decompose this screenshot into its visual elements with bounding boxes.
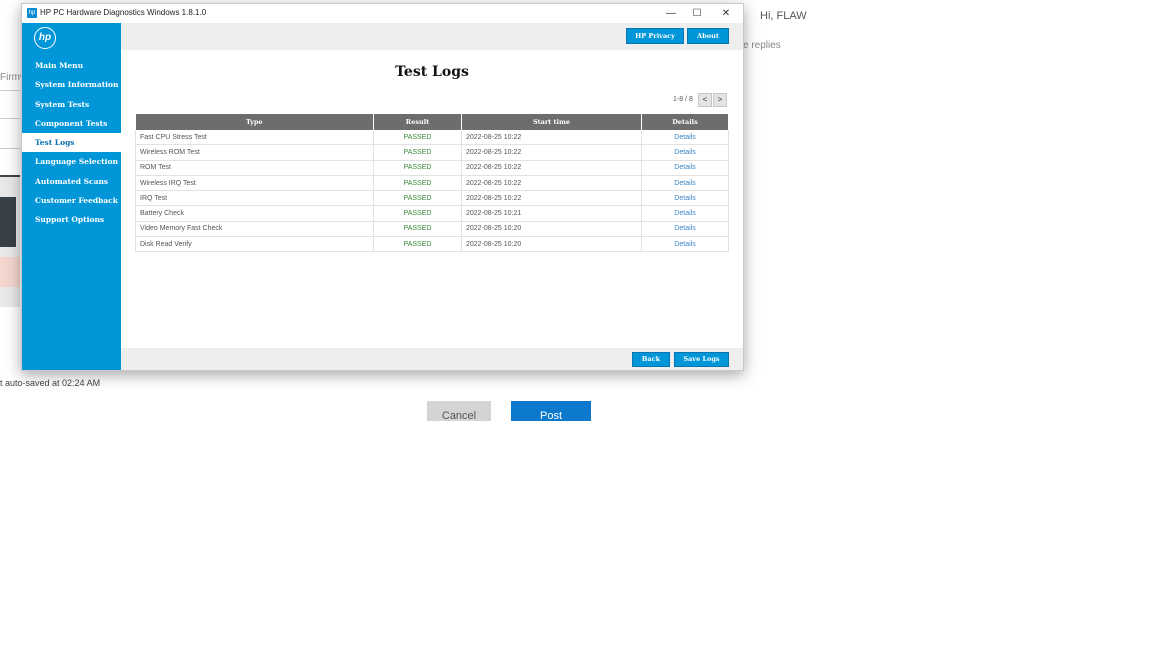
divider (0, 90, 20, 91)
user-greeting: Hi, FLAW (760, 10, 807, 22)
back-button[interactable]: Back (632, 352, 670, 367)
cell-result: PASSED (373, 205, 462, 222)
table-row: Video Memory Fast Check PASSED 2022-08-25 … (135, 221, 729, 238)
minimize-button[interactable]: — (658, 6, 684, 21)
table-row: Battery Check PASSED 2022-08-25 10:21 Detai… (135, 205, 729, 222)
cell-start-time: 2022-08-25 10:21 (461, 205, 642, 222)
cell-start-time: 2022-08-25 10:22 (461, 130, 642, 146)
details-link[interactable]: Details (641, 205, 729, 222)
cell-type: Battery Check (135, 205, 374, 222)
about-button[interactable]: About (687, 28, 729, 44)
cell-result: PASSED (373, 221, 462, 238)
sidebar-item-system-tests[interactable]: System Tests (22, 95, 121, 114)
column-header-details: Details (641, 114, 729, 130)
sidebar-item-main-menu[interactable]: Main Menu (22, 56, 121, 75)
cell-start-time: 2022-08-25 10:20 (461, 221, 642, 238)
table-row: IRQ Test PASSED 2022-08-25 10:22 Details (135, 190, 729, 207)
cell-type: ROM Test (135, 160, 374, 176)
cell-start-time: 2022-08-25 10:20 (461, 236, 642, 253)
cell-type: IRQ Test (135, 190, 374, 207)
hp-app-icon: hp (27, 8, 37, 18)
diagnostics-window: hp HP PC Hardware Diagnostics Windows 1.… (21, 3, 744, 371)
replies-text: e replies (743, 40, 781, 51)
sidebar: hp Main Menu System Information System Tes… (22, 23, 121, 370)
cell-result: PASSED (373, 175, 462, 192)
cell-type: Disk Read Verify (135, 236, 374, 253)
details-link[interactable]: Details (641, 130, 729, 146)
cell-result: PASSED (373, 236, 462, 253)
cell-result: PASSED (373, 160, 462, 176)
hp-privacy-button[interactable]: HP Privacy (626, 28, 684, 44)
cell-start-time: 2022-08-25 10:22 (461, 144, 642, 161)
pager-count: 1-8 / 8 (673, 96, 693, 103)
cell-result: PASSED (373, 130, 462, 146)
post-button[interactable]: Post (511, 401, 591, 421)
title-bar[interactable]: hp HP PC Hardware Diagnostics Windows 1.… (22, 4, 743, 24)
sidebar-item-support-options[interactable]: Support Options (22, 210, 121, 229)
cancel-button[interactable]: Cancel (427, 401, 491, 421)
window-title: HP PC Hardware Diagnostics Windows 1.8.1… (40, 8, 207, 17)
details-link[interactable]: Details (641, 144, 729, 161)
cell-result: PASSED (373, 190, 462, 207)
close-button[interactable]: ✕ (713, 6, 739, 21)
sidebar-item-test-logs[interactable]: Test Logs (22, 133, 121, 153)
sidebar-nav: Main Menu System Information System Tests C… (22, 56, 121, 230)
save-logs-button[interactable]: Save Logs (674, 352, 729, 367)
sidebar-item-language-selection[interactable]: Language Selection (22, 152, 121, 171)
details-link[interactable]: Details (641, 190, 729, 207)
details-link[interactable]: Details (641, 221, 729, 238)
sidebar-item-system-information[interactable]: System Information (22, 75, 121, 94)
divider (0, 148, 20, 149)
sidebar-item-automated-scans[interactable]: Automated Scans (22, 172, 121, 191)
sidebar-item-component-tests[interactable]: Component Tests (22, 114, 121, 133)
table-header-row: Type Result Start time Details (135, 114, 729, 130)
cell-start-time: 2022-08-25 10:22 (461, 190, 642, 207)
page-title: Test Logs (395, 64, 469, 80)
thumbnail-document (0, 257, 20, 287)
blank-area (0, 421, 800, 648)
cell-type: Video Memory Fast Check (135, 221, 374, 238)
cell-start-time: 2022-08-25 10:22 (461, 175, 642, 192)
cell-result: PASSED (373, 144, 462, 161)
attachment-thumbnail (0, 175, 20, 307)
thumbnail-laptop (0, 197, 16, 247)
test-logs-table: Type Result Start time Details Fast CPU … (135, 114, 729, 253)
hp-logo: hp (34, 27, 56, 49)
column-header-start-time: Start time (461, 114, 642, 130)
table-row: Wireless ROM Test PASSED 2022-08-25 10:22 D… (135, 144, 729, 161)
cell-type: Wireless IRQ Test (135, 175, 374, 192)
details-link[interactable]: Details (641, 236, 729, 253)
autosave-status: t auto-saved at 02:24 AM (0, 378, 101, 388)
column-header-type: Type (135, 114, 374, 130)
sidebar-item-customer-feedback[interactable]: Customer Feedback (22, 191, 121, 210)
cell-type: Fast CPU Stress Test (135, 130, 374, 146)
column-header-result: Result (373, 114, 462, 130)
footer-strip: Back Save Logs (121, 348, 743, 370)
main-content: Test Logs 1-8 / 8 < > Type Result Start … (121, 50, 743, 348)
table-row: Fast CPU Stress Test PASSED 2022-08-25 10:… (135, 130, 729, 146)
details-link[interactable]: Details (641, 175, 729, 192)
table-row: Disk Read Verify PASSED 2022-08-25 10:20 De… (135, 236, 729, 253)
maximize-button[interactable]: ☐ (684, 6, 710, 21)
table-row: ROM Test PASSED 2022-08-25 10:22 Details (135, 160, 729, 176)
cell-type: Wireless ROM Test (135, 144, 374, 161)
details-link[interactable]: Details (641, 160, 729, 176)
cell-start-time: 2022-08-25 10:22 (461, 160, 642, 176)
next-page-button[interactable]: > (713, 93, 727, 107)
table-row: Wireless IRQ Test PASSED 2022-08-25 10:22 D… (135, 175, 729, 192)
prev-page-button[interactable]: < (698, 93, 712, 107)
divider (0, 118, 20, 119)
header-strip: HP Privacy About (121, 23, 743, 50)
